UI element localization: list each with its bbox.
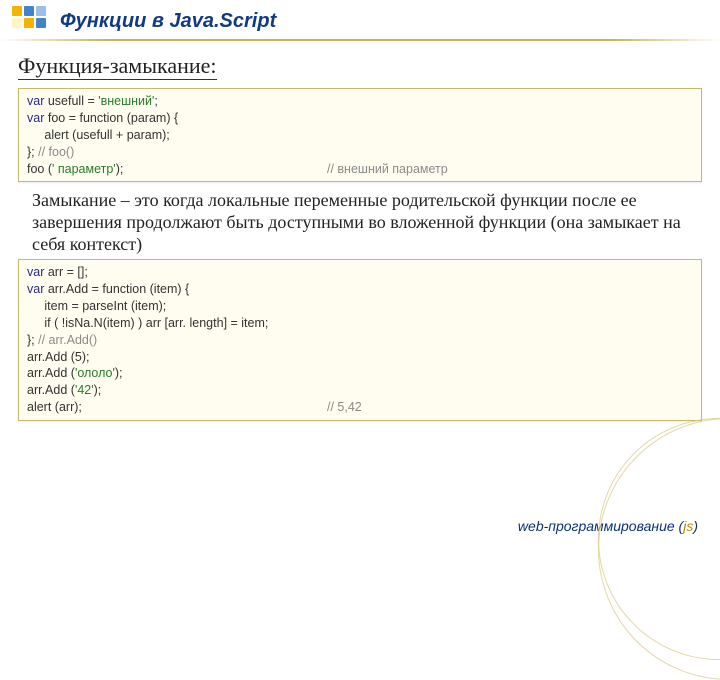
code-block-2: var arr = []; var arr.Add = function (it… (18, 259, 702, 421)
header: Функции в Java.Script (0, 0, 720, 45)
code-text: arr = []; (44, 265, 87, 279)
code-text: ; (154, 94, 157, 108)
code-literal: '42' (75, 383, 94, 397)
code-keyword: var (27, 94, 44, 108)
code-literal: 'ололо' (75, 366, 115, 380)
code-block-1: var usefull = 'внешний'; var foo = funct… (18, 88, 702, 182)
code-text: arr.Add ( (27, 383, 75, 397)
code-keyword: var (27, 111, 44, 125)
code-text: item = parseInt (item); (27, 298, 693, 315)
code-text: ); (115, 366, 123, 380)
code-text: arr.Add = function (item) { (44, 282, 189, 296)
code-keyword: var (27, 282, 44, 296)
code-text: alert (arr); (27, 399, 327, 416)
code-comment: // внешний параметр (327, 161, 448, 178)
code-text: arr.Add ( (27, 366, 75, 380)
code-keyword: var (27, 265, 44, 279)
code-text: foo = function (param) { (44, 111, 178, 125)
code-literal: ' параметр' (52, 162, 116, 176)
page-title: Функции в Java.Script (0, 10, 720, 33)
explanation-paragraph: Замыкание – это когда локальные переменн… (32, 190, 696, 255)
corner-decoration (598, 418, 720, 680)
logo-icon (12, 6, 52, 28)
code-comment: // 5,42 (327, 399, 362, 416)
code-text: }; (27, 145, 38, 159)
code-text: if ( !isNa.N(item) ) arr [arr. length] =… (27, 315, 693, 332)
code-text: ); (94, 383, 102, 397)
code-text: alert (usefull + param); (27, 127, 693, 144)
code-comment: // foo() (38, 145, 74, 159)
slide: Функции в Java.Script Функция-замыкание:… (0, 0, 720, 540)
code-text: foo ( (27, 162, 52, 176)
title-underline (0, 39, 720, 41)
code-text: ); (116, 162, 124, 176)
code-comment: // arr.Add() (38, 333, 97, 347)
section-subtitle: Функция-замыкание: (18, 53, 217, 80)
code-text: usefull = (44, 94, 98, 108)
code-text: }; (27, 333, 38, 347)
code-literal: 'внешний' (98, 94, 154, 108)
code-text: arr.Add (5); (27, 349, 693, 366)
